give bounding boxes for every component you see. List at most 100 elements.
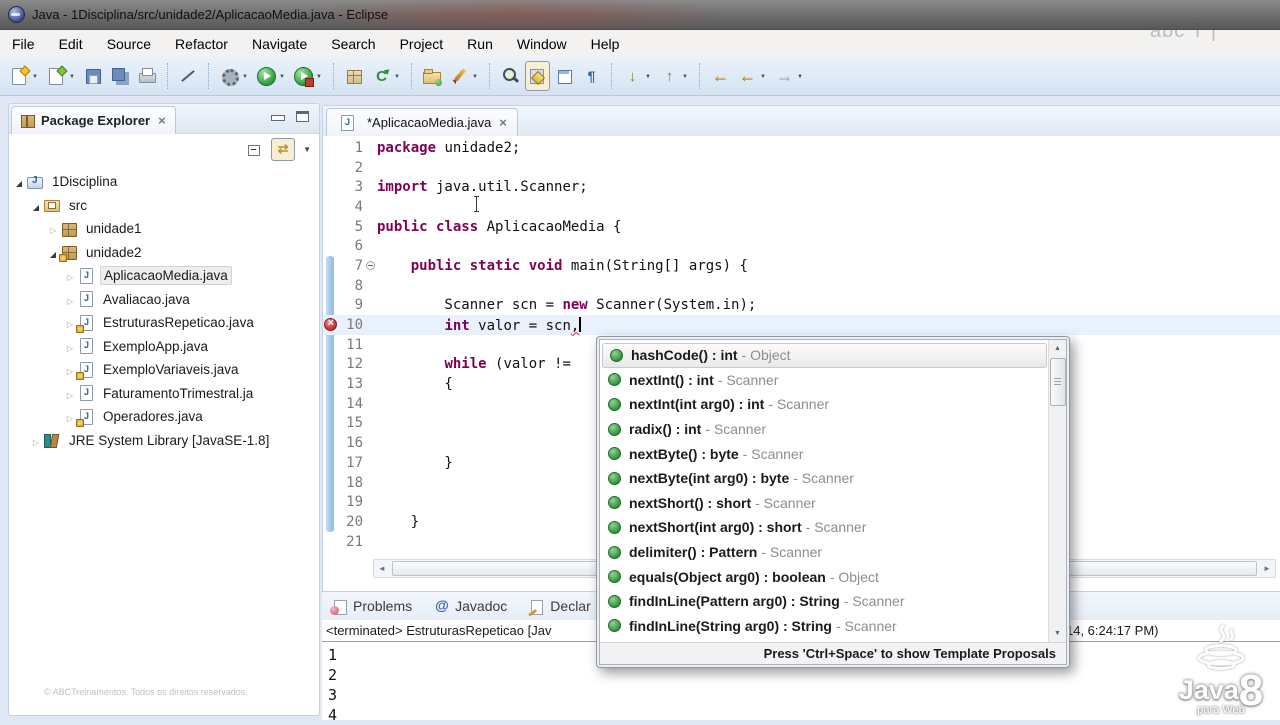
tree-item[interactable]: src xyxy=(9,194,319,218)
refresh-dropdown-icon[interactable] xyxy=(392,67,402,85)
collapse-arrow-icon[interactable] xyxy=(13,174,25,189)
run-last-launched-button[interactable] xyxy=(291,62,326,90)
code-line[interactable]: 5 public class AplicacaoMedia { xyxy=(323,217,1280,237)
expand-arrow-icon[interactable] xyxy=(64,409,76,424)
new-wizard-button[interactable] xyxy=(7,62,42,90)
new-java-element-dropdown-icon[interactable] xyxy=(67,67,77,85)
tree-item[interactable]: unidade2 xyxy=(9,241,319,265)
collapse-arrow-icon[interactable] xyxy=(30,198,42,213)
code-line[interactable]: 10 int valor = scn, xyxy=(323,315,1280,335)
previous-annotation-dropdown-icon[interactable] xyxy=(680,67,690,85)
external-tools-button[interactable] xyxy=(217,62,252,90)
tree-item[interactable]: ExemploApp.java xyxy=(9,335,319,359)
tab-declar[interactable]: Declar xyxy=(529,598,591,615)
scroll-down-arrow-icon[interactable] xyxy=(1049,626,1066,641)
forward-history-button[interactable]: → xyxy=(772,62,807,90)
open-type-button[interactable] xyxy=(420,62,445,90)
tree-item[interactable]: Avaliacao.java xyxy=(9,288,319,312)
minimize-view-button[interactable] xyxy=(271,111,285,122)
code-line[interactable]: 9 Scanner scn = new Scanner(System.in); xyxy=(323,296,1280,316)
code-line[interactable]: 6 xyxy=(323,236,1280,256)
tree-item[interactable]: EstruturasRepeticao.java xyxy=(9,311,319,335)
scroll-up-arrow-icon[interactable] xyxy=(1049,341,1066,356)
back-history-button[interactable]: ← xyxy=(735,62,770,90)
tree-item[interactable]: JRE System Library [JavaSE-1.8] xyxy=(9,429,319,453)
close-icon[interactable]: × xyxy=(158,113,166,128)
show-selected-element-button[interactable] xyxy=(552,62,577,90)
proposal-item[interactable]: nextShort(int arg0) : short - Scanner xyxy=(601,515,1048,540)
expand-arrow-icon[interactable] xyxy=(64,339,76,354)
proposal-item[interactable]: delimiter() : Pattern - Scanner xyxy=(601,540,1048,565)
show-whitespace-button[interactable]: ¶ xyxy=(579,62,604,90)
proposal-item[interactable]: findInLine(String arg0) : String - Scanne… xyxy=(601,614,1048,639)
proposal-item[interactable]: nextInt() : int - Scanner xyxy=(601,368,1048,393)
code-line[interactable]: 3 import java.util.Scanner; xyxy=(323,177,1280,197)
externalize-strings-dropdown-icon[interactable] xyxy=(470,67,480,85)
expand-arrow-icon[interactable] xyxy=(30,433,42,448)
menu-run[interactable]: Run xyxy=(455,30,505,57)
proposal-item[interactable]: nextShort() : short - Scanner xyxy=(601,491,1048,516)
expand-arrow-icon[interactable] xyxy=(64,292,76,307)
forward-history-dropdown-icon[interactable] xyxy=(795,67,805,85)
proposal-item[interactable]: radix() : int - Scanner xyxy=(601,417,1048,442)
next-annotation-button[interactable]: ↓ xyxy=(620,62,655,90)
tree-item[interactable]: Operadores.java xyxy=(9,405,319,429)
menu-search[interactable]: Search xyxy=(319,30,387,57)
save-button[interactable] xyxy=(81,62,106,90)
scroll-right-arrow-icon[interactable] xyxy=(1259,560,1275,577)
link-with-editor-button[interactable]: ⇄ xyxy=(271,137,296,161)
expand-arrow-icon[interactable] xyxy=(64,362,76,377)
new-java-element-button[interactable] xyxy=(44,62,79,90)
mark-occurrences-button[interactable] xyxy=(525,61,550,91)
editor-tab-close-icon[interactable]: × xyxy=(499,115,507,130)
fold-collapse-icon[interactable] xyxy=(365,256,377,276)
externalize-strings-button[interactable] xyxy=(447,62,482,90)
code-line[interactable]: 8 xyxy=(323,276,1280,296)
view-menu-button[interactable]: ▼ xyxy=(303,145,311,154)
menu-file[interactable]: File xyxy=(0,30,47,57)
menu-refactor[interactable]: Refactor xyxy=(163,30,240,57)
menu-help[interactable]: Help xyxy=(579,30,632,57)
run-dropdown-icon[interactable] xyxy=(277,67,287,85)
tree-item[interactable]: ExemploVariaveis.java xyxy=(9,358,319,382)
collapse-all-button[interactable] xyxy=(247,141,263,157)
proposal-item[interactable]: equals(Object arg0) : boolean - Object xyxy=(601,564,1048,589)
tree-item[interactable]: 1Disciplina xyxy=(9,170,319,194)
external-tools-dropdown-icon[interactable] xyxy=(240,67,250,85)
menu-project[interactable]: Project xyxy=(388,30,456,57)
collapse-arrow-icon[interactable] xyxy=(47,245,59,260)
tree-item[interactable]: FaturamentoTrimestral.ja xyxy=(9,382,319,406)
popup-scrollbar[interactable] xyxy=(1048,340,1066,642)
run-last-launched-dropdown-icon[interactable] xyxy=(314,67,324,85)
next-annotation-dropdown-icon[interactable] xyxy=(643,67,653,85)
expand-arrow-icon[interactable] xyxy=(64,386,76,401)
tree-item[interactable]: AplicacaoMedia.java xyxy=(9,264,319,288)
print-button[interactable] xyxy=(135,62,160,90)
code-line[interactable]: 7 public static void main(String[] args)… xyxy=(323,256,1280,276)
proposal-item[interactable]: hashCode() : int - Object xyxy=(602,343,1047,368)
tab-problems[interactable]: Problems xyxy=(330,598,412,615)
proposal-item[interactable]: nextInt(int arg0) : int - Scanner xyxy=(601,392,1048,417)
code-line[interactable]: 1 package unidade2; xyxy=(323,138,1280,158)
proposal-item[interactable]: nextByte(int arg0) : byte - Scanner xyxy=(601,466,1048,491)
tab-javadoc[interactable]: Javadoc xyxy=(434,597,507,615)
expand-arrow-icon[interactable] xyxy=(64,315,76,330)
expand-arrow-icon[interactable] xyxy=(64,268,76,283)
menu-edit[interactable]: Edit xyxy=(47,30,95,57)
run-button[interactable] xyxy=(254,62,289,90)
proposal-item[interactable]: nextByte() : byte - Scanner xyxy=(601,441,1048,466)
expand-arrow-icon[interactable] xyxy=(47,221,59,236)
code-line[interactable]: 4 xyxy=(323,197,1280,217)
tree-item[interactable]: unidade1 xyxy=(9,217,319,241)
refresh-button[interactable]: C xyxy=(369,62,404,90)
skip-all-breakpoints-button[interactable] xyxy=(176,62,201,90)
previous-annotation-button[interactable]: ↑ xyxy=(657,62,692,90)
menu-window[interactable]: Window xyxy=(505,30,579,57)
menu-navigate[interactable]: Navigate xyxy=(240,30,319,57)
save-all-button[interactable] xyxy=(108,62,133,90)
proposal-item[interactable]: findInLine(Pattern arg0) : String - Scann… xyxy=(601,589,1048,614)
popup-scrollbar-thumb[interactable] xyxy=(1050,358,1066,406)
last-edit-location-button[interactable]: ← xyxy=(708,62,733,90)
scroll-left-arrow-icon[interactable] xyxy=(374,560,390,577)
package-explorer-tab[interactable]: Package Explorer × xyxy=(11,106,176,134)
